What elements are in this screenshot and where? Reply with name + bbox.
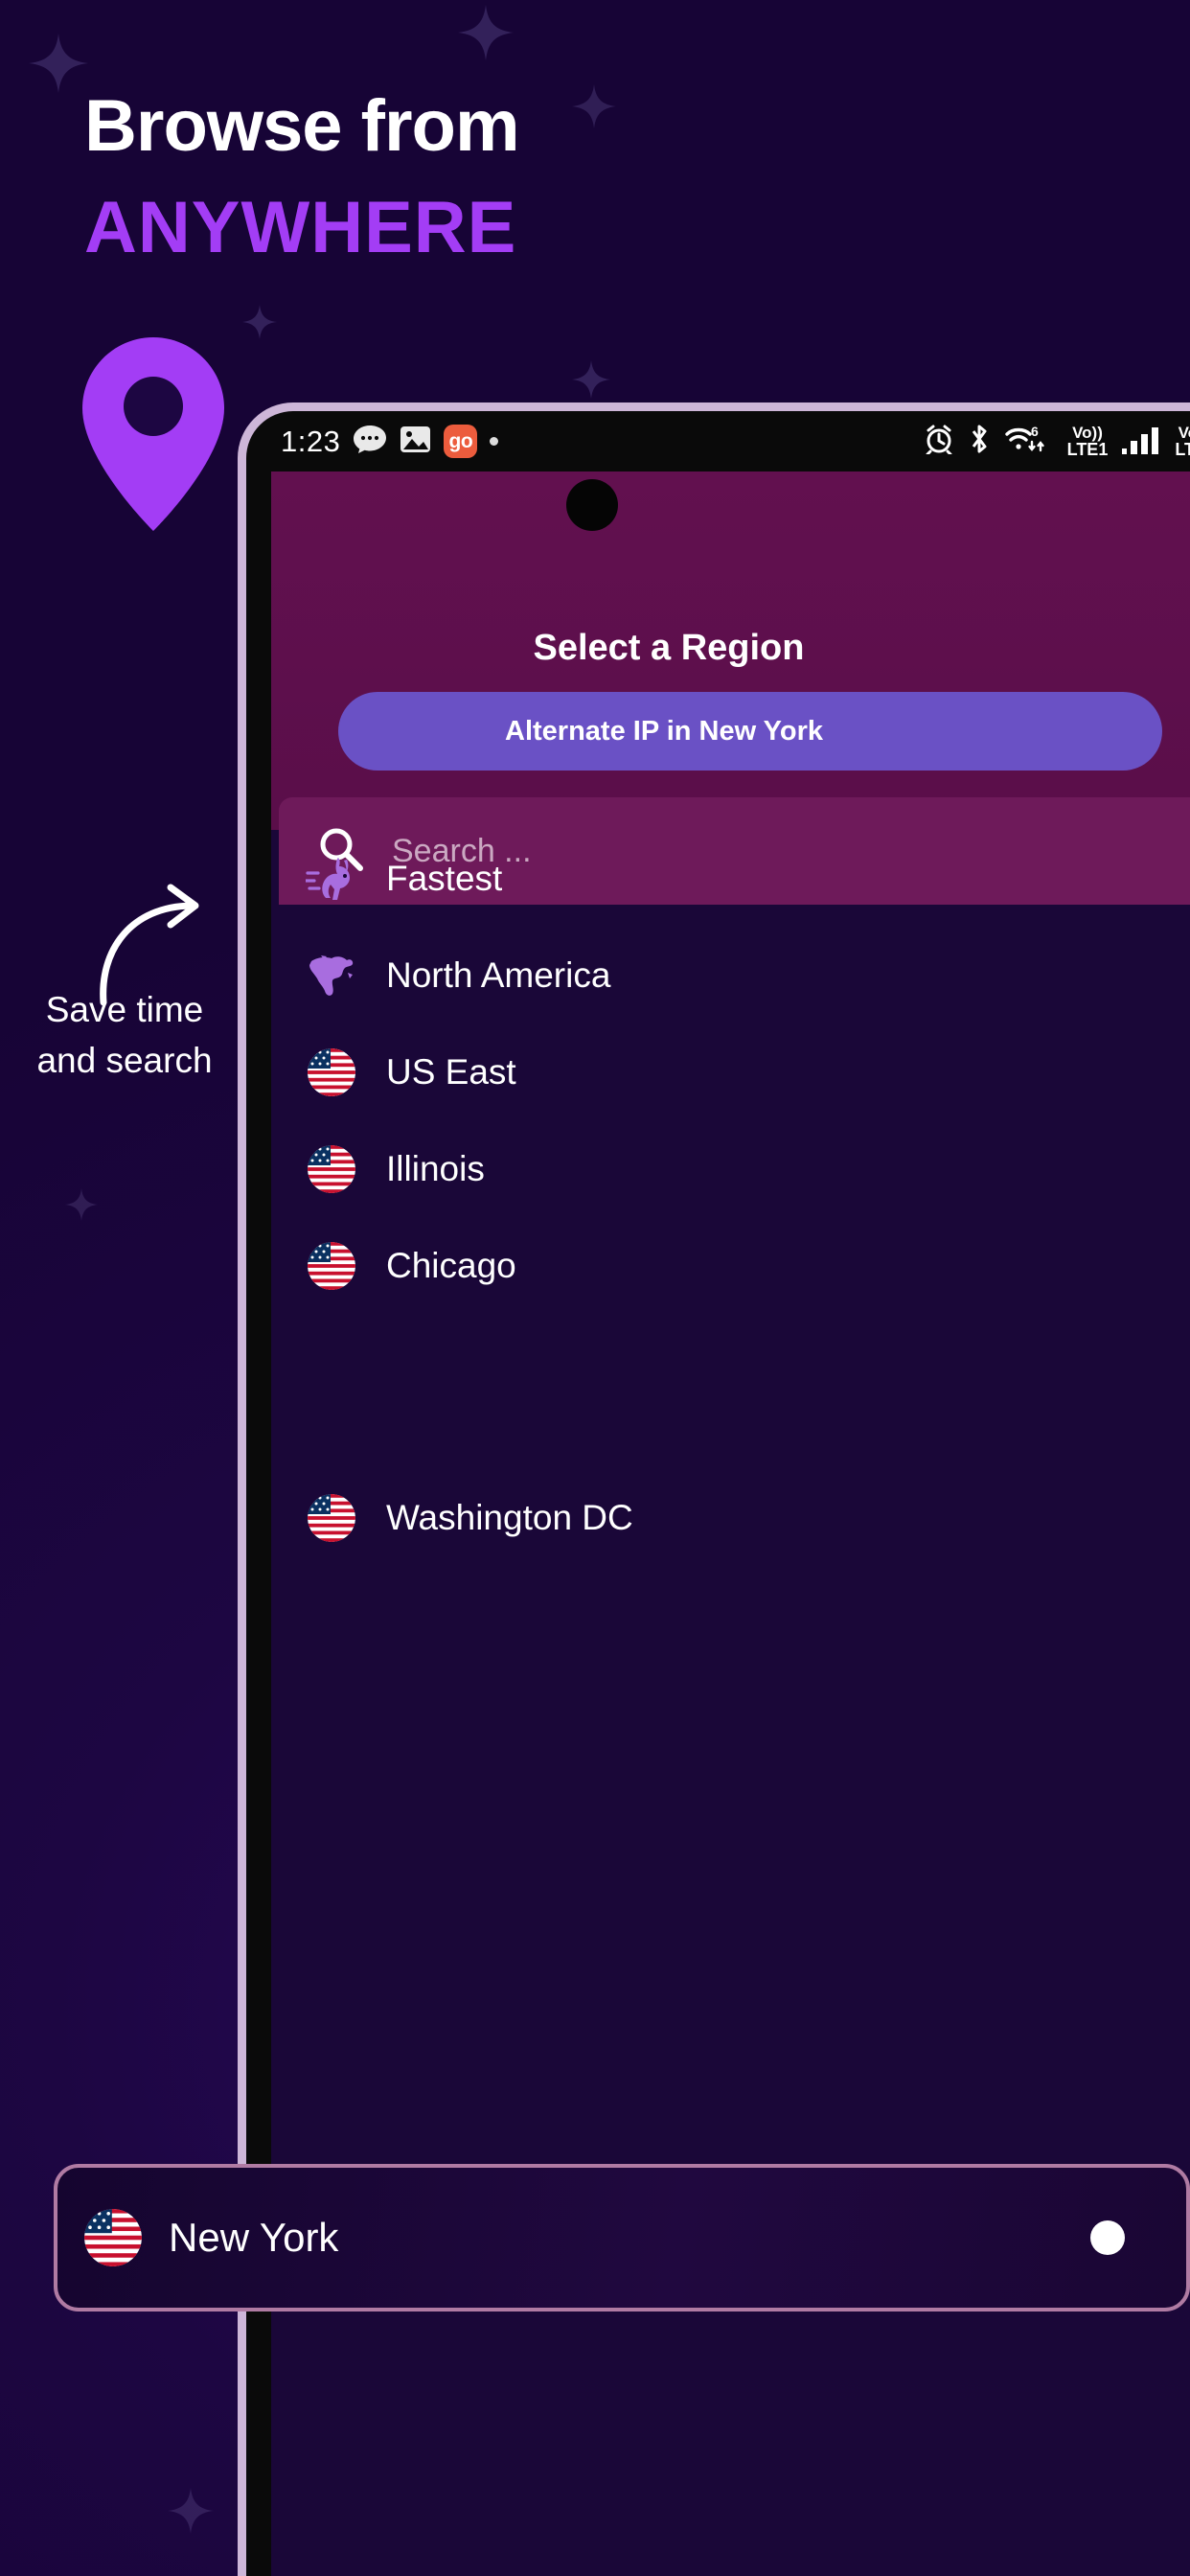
region-header: Select a Region Alternate IP in New York… [271,472,1190,905]
us-flag-icon [306,1240,357,1292]
selected-region-label: New York [169,2215,339,2260]
list-item-label: Chicago [386,1245,516,1285]
list-item-placeholder [271,1314,1190,1469]
promo-headline-line2: ANYWHERE [84,187,517,268]
list-item-label: Washington DC [386,1497,633,1537]
list-item[interactable]: Fastest [271,830,1190,927]
us-flag-icon [84,2209,142,2266]
list-item[interactable]: US East [271,1024,1190,1120]
list-item-label: Fastest [386,858,503,898]
annotation-text: Save time and search [13,985,236,1086]
us-flag-icon [306,1492,357,1544]
promo-screenshot: Browse from ANYWHERE Save time and searc… [0,0,1190,2576]
go-app-icon: go [444,425,478,458]
signal-bars-icon [1122,424,1160,459]
camera-notch [566,479,618,531]
list-item[interactable]: North America [271,927,1190,1024]
sparkle-icon [29,34,88,93]
svg-text:6: 6 [1031,424,1039,439]
region-list[interactable]: Fastest North America US East Illinois C… [271,830,1190,2576]
sparkle-icon [65,1188,98,1221]
promo-headline-line1: Browse from [84,85,520,167]
sparkle-icon [572,360,610,399]
sparkle-icon [572,84,616,128]
alternate-ip-button[interactable]: Alternate IP in New York [338,692,1162,770]
list-item[interactable]: Washington DC [271,1469,1190,1566]
list-item-label: North America [386,954,611,995]
list-item[interactable]: Illinois [271,1120,1190,1217]
wifi-6-icon: 6 [1004,423,1053,460]
location-pin-icon [82,337,224,531]
selected-region-callout[interactable]: New York [54,2164,1190,2312]
sparkle-icon [458,5,514,60]
rabbit-icon [306,853,357,905]
list-item-label: US East [386,1051,516,1092]
us-flag-icon [306,1143,357,1195]
photos-icon [400,425,431,459]
annotation-line2: and search [36,1040,213,1080]
messages-icon [353,425,387,458]
page-title: Select a Region [533,628,805,668]
list-item[interactable]: Chicago [271,1217,1190,1314]
bluetooth-icon [968,424,991,459]
volte-indicator-1: Vo)) LTE1 [1066,424,1109,459]
list-item-label: Illinois [386,1148,485,1188]
alarm-icon [925,424,953,459]
annotation-line1: Save time [45,990,204,1029]
selected-region-radio[interactable] [1090,2220,1125,2255]
volte-indicator-2: Vo) LTE [1175,424,1190,459]
sparkle-icon [242,305,277,339]
dot-indicator [490,437,499,446]
north-america-map-icon [306,950,357,1001]
sparkle-icon [168,2488,214,2534]
status-bar-time: 1:23 [281,424,341,458]
status-bar: 1:23 go 6 Vo)) LTE1 V L [246,411,1190,472]
us-flag-icon [306,1046,357,1098]
